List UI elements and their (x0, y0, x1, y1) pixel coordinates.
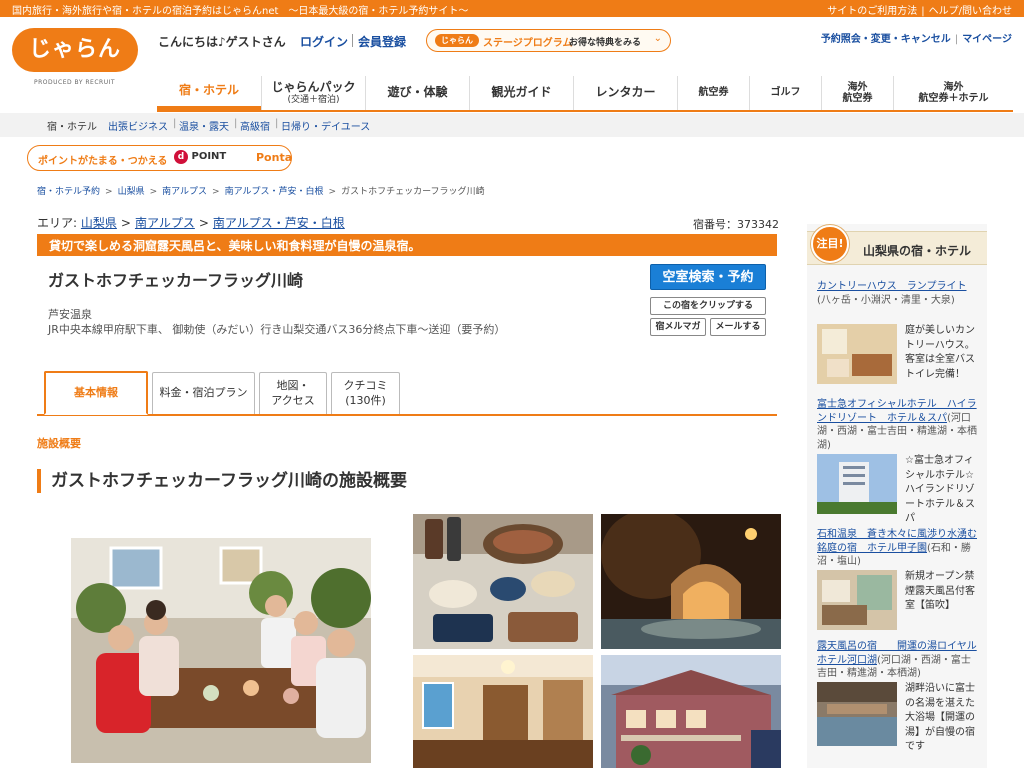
hotel-name: ガストホフチェッカーフラッグ川崎 (48, 271, 304, 290)
breadcrumb-item[interactable]: 山梨県 (118, 187, 145, 197)
tab-plan[interactable]: 料金・宿泊プラン (152, 372, 255, 414)
usage-link[interactable]: サイトのご利用方法 (827, 6, 917, 17)
tab-map-2: アクセス (271, 393, 315, 407)
nav-overseas-air-1: 海外 (847, 81, 868, 93)
mypage-link[interactable]: マイページ (962, 34, 1012, 45)
tab-review-1: クチコミ (343, 379, 388, 393)
nav-air[interactable]: 航空券 (677, 76, 749, 110)
subnav-business[interactable]: 出張ビジネス (108, 118, 168, 133)
hotel-thumbnail[interactable] (817, 324, 897, 384)
global-nav: 宿・ホテル じゃらんパック (交通＋宿泊) 遊び・体験 観光ガイド レンタカー 航… (157, 72, 1013, 112)
sidebar-hotel-link[interactable]: カントリーハウス ランプライト (817, 281, 967, 292)
stage-program-label: ステージプログラム (483, 38, 573, 49)
area-sub-link[interactable]: 南アルプス・芦安・白根 (213, 216, 345, 230)
login-link[interactable]: ログイン (300, 33, 348, 50)
nav-rentacar[interactable]: レンタカー (573, 76, 677, 110)
area-pref-link[interactable]: 山梨県 (81, 216, 117, 230)
lobby-photo[interactable] (413, 655, 593, 768)
point-banner[interactable]: ポイントがたまる・つかえる d POINT Ponta (27, 145, 292, 171)
dpoint-logo: d POINT (174, 150, 226, 164)
clip-button[interactable]: この宿をクリップする (650, 297, 766, 315)
greeting: こんにちは♪ゲストさん (158, 35, 286, 49)
ponta-logo: Ponta (256, 151, 293, 164)
nav-golf[interactable]: ゴルフ (749, 76, 821, 110)
nav-activity[interactable]: 遊び・体験 (365, 76, 469, 110)
nav-overseas-pack-1: 海外 (943, 81, 964, 93)
account-links: 予約照会・変更・キャンセル | マイページ (820, 34, 1012, 45)
tab-review-2: (130件) (345, 393, 386, 407)
area-region-link[interactable]: 南アルプス (135, 216, 195, 230)
nav-pack[interactable]: じゃらんパック (交通＋宿泊) (261, 76, 365, 110)
sidebar-hotel-location: (八ヶ岳・小淵沢・清里・大泉) (817, 294, 955, 306)
sidebar-header: 注目! 山梨県の宿・ホテル (807, 225, 987, 265)
breadcrumb-item[interactable]: 南アルプス (162, 187, 207, 197)
hotel-number: 宿番号：373342 (693, 218, 779, 231)
section-label: 施設概要 (37, 437, 81, 450)
divider (352, 34, 353, 47)
tab-review[interactable]: クチコミ (130件) (331, 372, 400, 414)
breadcrumb-current: ガストホフチェッカーフラッグ川崎 (341, 187, 485, 197)
hotel-thumbnail[interactable] (817, 454, 897, 514)
breadcrumb-item[interactable]: 南アルプス・芦安・白根 (225, 187, 324, 197)
nav-pack-label: じゃらんパック (271, 79, 356, 94)
subnav-current: 宿・ホテル (47, 122, 97, 133)
sidebar-hotel-desc: 湖畔沿いに富士の名湯を湛えた大浴場【開運の湯】が自慢の宿です (905, 683, 975, 752)
site-tagline: 国内旅行・海外旅行や宿・ホテルの宿泊予約はじゃらんnet 〜日本最大級の宿・ホテ… (12, 6, 469, 17)
tab-map-1: 地図・ (276, 379, 310, 393)
section-title: ガストホフチェッカーフラッグ川崎の施設概要 (37, 469, 407, 493)
register-link[interactable]: 会員登録 (358, 33, 406, 50)
nav-hotel[interactable]: 宿・ホテル (157, 76, 261, 110)
top-bar: 国内旅行・海外旅行や宿・ホテルの宿泊予約はじゃらんnet 〜日本最大級の宿・ホテ… (0, 0, 1024, 17)
mailmag-button[interactable]: 宿メルマガ (650, 318, 706, 336)
hotel-exterior-photo[interactable] (601, 655, 781, 768)
area-links: エリア: 山梨県 > 南アルプス > 南アルプス・芦安・白根 (37, 216, 345, 230)
hotel-thumbnail[interactable] (817, 682, 897, 746)
nav-guide[interactable]: 観光ガイド (469, 76, 573, 110)
sidebar-hotel-desc: 庭が美しいカントリーハウス。客室は全室バストイレ完備！ (905, 325, 975, 380)
point-banner-text: ポイントがたまる・つかえる (38, 156, 168, 167)
nav-overseas-pack-2: 航空券＋ホテル (918, 93, 989, 104)
nav-overseas-air[interactable]: 海外 航空券 (821, 76, 893, 110)
chevron-down-icon: ⌄ (653, 33, 662, 44)
vacancy-search-button[interactable]: 空室検索・予約 (650, 264, 766, 290)
hotel-tabs: 基本情報 料金・宿泊プラン 地図・ アクセス クチコミ (130件) (37, 371, 777, 416)
onsen-name: 芦安温泉 (48, 308, 92, 321)
tab-basic[interactable]: 基本情報 (44, 371, 148, 415)
sidebar-hotel-item: 富士急オフィシャルホテル ハイランドリゾート ホテル＆スパ(河口湖・西湖・富士吉… (817, 398, 977, 524)
subnav-onsen[interactable]: 温泉・露天 (179, 118, 229, 133)
sidebar-title: 山梨県の宿・ホテル (863, 244, 972, 258)
nav-overseas-pack[interactable]: 海外 航空券＋ホテル (893, 76, 1013, 110)
help-link[interactable]: ヘルプ/問い合わせ (929, 6, 1012, 17)
sidebar-hotel-desc: ☆富士急オフィシャルホテル☆ハイランドリゾートホテル＆スパ (905, 455, 975, 524)
cave-bath-photo[interactable] (601, 514, 781, 649)
catch-copy: 貸切で楽しめる洞窟露天風呂と、美味しい和食料理が自慢の温泉宿。 (37, 234, 777, 256)
top-links: サイトのご利用方法 | ヘルプ/問い合わせ (827, 6, 1012, 17)
access-info: JR中央本線甲府駅下車、 御勅使（みだい）行き山梨交通バス36分終点下車〜送迎（… (48, 323, 506, 336)
sidebar-hotel-item: カントリーハウス ランプライト (八ヶ岳・小淵沢・清里・大泉) 庭が美しいカントリ… (817, 280, 977, 390)
breadcrumb-item[interactable]: 宿・ホテル予約 (37, 187, 100, 197)
subnav-dayuse[interactable]: 日帰り・デイユース (281, 118, 370, 133)
sidebar-hotel-desc: 新規オープン禁煙露天風呂付客室【笛吹】 (905, 571, 975, 611)
nav-overseas-air-2: 航空券 (842, 93, 873, 104)
japanese-meal-photo[interactable] (413, 514, 593, 649)
nav-pack-sub: (交通＋宿泊) (287, 94, 340, 105)
guests-dining-photo[interactable] (71, 538, 371, 763)
jalan-logo[interactable]: じゃらん (12, 28, 138, 72)
sidebar-hotel-item: 石和温泉 蒼き木々に風渉り水湧む銘庭の宿 ホテル甲子園(石和・勝沼・塩山) 新規… (817, 528, 977, 638)
recruit-credit: PRODUCED BY RECRUIT (34, 79, 116, 86)
subnav-luxury[interactable]: 高級宿 (240, 118, 270, 133)
hotel-thumbnail[interactable] (817, 570, 897, 630)
tab-map[interactable]: 地図・ アクセス (259, 372, 327, 414)
sidebar-hotel-item: 露天風呂の宿 開運の湯ロイヤルホテル河口湖(河口湖・西湖・富士吉田・精進湖・本栖… (817, 640, 977, 768)
reservation-link[interactable]: 予約照会・変更・キャンセル (821, 34, 951, 45)
area-label: エリア: (37, 216, 78, 230)
stage-program-banner[interactable]: じゃらん ステージプログラム お得な特典をみる ⌄ (426, 29, 671, 52)
attention-badge: 注目! (811, 225, 849, 263)
breadcrumb: 宿・ホテル予約 > 山梨県 > 南アルプス > 南アルプス・芦安・白根 > ガストホフチェッカー… (37, 187, 485, 197)
mail-button[interactable]: メールする (710, 318, 766, 336)
sub-nav: 宿・ホテル 出張ビジネス | 温泉・露天 | 高級宿 | 日帰り・デイユース (0, 113, 1024, 137)
stage-benefit-label: お得な特典をみる (569, 38, 642, 48)
stage-pill: じゃらん (435, 34, 479, 47)
